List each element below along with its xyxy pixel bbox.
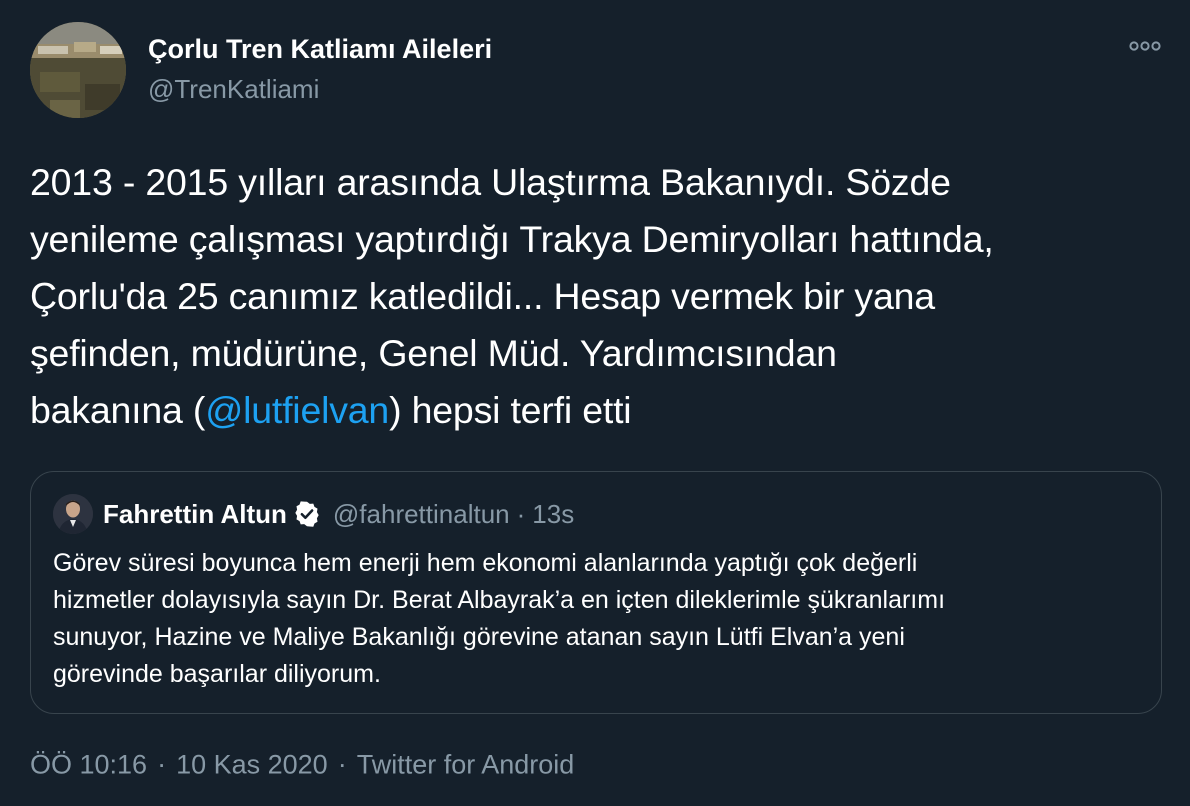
more-horizontal-icon[interactable] [1128, 36, 1162, 56]
quoted-author-handle[interactable]: @fahrettinaltun [333, 499, 510, 530]
quoted-text-line: Görev süresi boyunca hem enerji hem ekon… [53, 549, 918, 577]
author-name[interactable]: Çorlu Tren Katliamı Aileleri [148, 34, 492, 65]
quoted-separator: · [516, 498, 526, 529]
tweet-source[interactable]: Twitter for Android [357, 749, 575, 779]
tweet-date[interactable]: 10 Kas 2020 [176, 749, 328, 779]
quoted-timestamp[interactable]: 13s [532, 499, 574, 530]
tweet-line: şefinden, müdürüne, Genel Müd. Yardımcıs… [30, 332, 837, 374]
tweet-header: Çorlu Tren Katliamı Aileleri @TrenKatlia… [30, 22, 1170, 122]
author-avatar[interactable] [30, 22, 126, 118]
tweet-meta: ÖÖ 10:16 · 10 Kas 2020 · Twitter for Android [30, 748, 574, 780]
tweet-line: yenileme çalışması yaptırdığı Trakya Dem… [30, 218, 994, 260]
tweet-line: Çorlu'da 25 canımız katledildi... Hesap … [30, 275, 935, 317]
quoted-tweet-text: Görev süresi boyunca hem enerji hem ekon… [53, 545, 1148, 693]
quoted-tweet-card[interactable]: Fahrettin Altun @fahrettinaltun · 13s Gö… [30, 471, 1162, 714]
tweet-line-text: ) hepsi terfi etti [389, 389, 632, 431]
meta-separator: · [337, 749, 347, 780]
tweet-line: bakanına (@lutfielvan) hepsi terfi etti [30, 382, 1170, 439]
tweet-text: 2013 - 2015 yılları arasında Ulaştırma B… [30, 154, 1170, 439]
quoted-text-line: görevinde başarılar diliyorum. [53, 660, 381, 688]
quoted-text-line: hizmetler dolayısıyla sayın Dr. Berat Al… [53, 586, 946, 614]
quoted-header: Fahrettin Altun @fahrettinaltun · 13s [103, 496, 574, 532]
verified-badge-icon [293, 500, 321, 528]
quoted-author-avatar[interactable] [53, 494, 93, 534]
tweet-time[interactable]: ÖÖ 10:16 [30, 749, 147, 779]
quoted-author-name[interactable]: Fahrettin Altun [103, 499, 287, 530]
meta-separator: · [157, 749, 167, 780]
author-handle[interactable]: @TrenKatliami [148, 74, 319, 105]
tweet-line-text: bakanına ( [30, 389, 206, 431]
mention-link[interactable]: @lutfielvan [205, 389, 389, 431]
tweet-line: 2013 - 2015 yılları arasında Ulaştırma B… [30, 161, 951, 203]
quoted-text-line: sunuyor, Hazine ve Maliye Bakanlığı göre… [53, 623, 905, 651]
